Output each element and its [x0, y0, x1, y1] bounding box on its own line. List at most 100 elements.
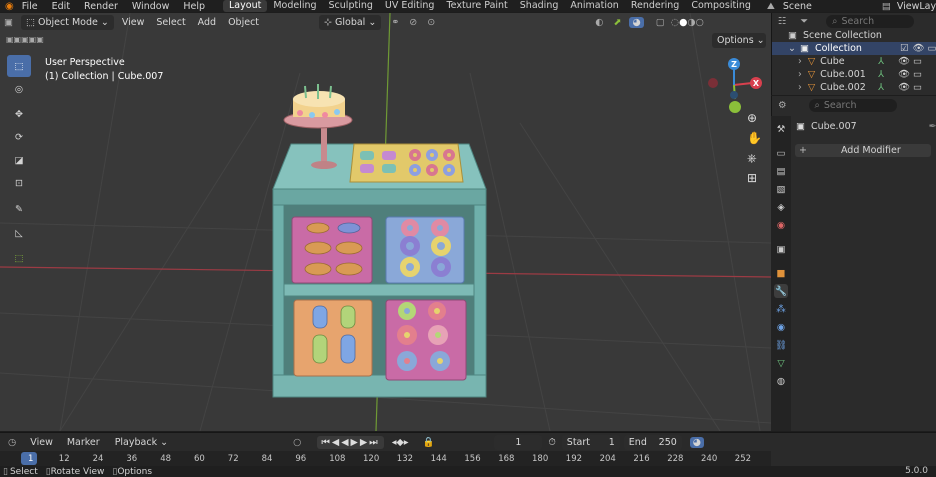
timeline-menu-view[interactable]: View: [30, 437, 53, 448]
record-icon[interactable]: ○: [293, 437, 301, 448]
camera-icon[interactable]: ▭: [913, 82, 922, 93]
tab-modifiers[interactable]: 🔧: [774, 284, 788, 298]
menu-render[interactable]: Render: [84, 1, 118, 12]
stopwatch-icon[interactable]: ⏱: [548, 437, 555, 448]
start-frame-field[interactable]: Start 1: [561, 434, 620, 450]
xray-icon[interactable]: ▢: [656, 17, 665, 28]
workspace-tab-layout[interactable]: Layout: [223, 0, 268, 12]
tab-output[interactable]: ▤: [774, 164, 788, 178]
current-frame-field[interactable]: 1: [494, 434, 543, 450]
move-tool[interactable]: ✥: [7, 103, 31, 125]
tab-constraints[interactable]: ⛓: [774, 338, 788, 352]
select-box-tool[interactable]: ⬚: [7, 55, 31, 77]
expand-arrow-icon[interactable]: ›: [798, 56, 802, 67]
camera-icon[interactable]: ▭: [913, 56, 922, 67]
keyframe-nav-icon[interactable]: ◂◆▸: [392, 437, 409, 448]
properties-editor-icon[interactable]: ⚙: [778, 100, 787, 111]
mode-selector[interactable]: ⬚ Object Mode ⌄: [20, 14, 114, 30]
viewport-menu-object[interactable]: Object: [228, 17, 259, 28]
select-mode-buttons[interactable]: ▣▣▣▣▣: [6, 35, 44, 44]
view-layer-name[interactable]: ViewLayer: [897, 1, 936, 12]
timeline-menu-marker[interactable]: Marker: [67, 437, 100, 448]
viewport-menu-add[interactable]: Add: [198, 17, 216, 28]
tab-particles[interactable]: ⁂: [774, 302, 788, 316]
workspace-tab-rendering[interactable]: Rendering: [625, 0, 686, 12]
eye-icon[interactable]: 👁: [912, 43, 924, 54]
pivot-icon[interactable]: ⚭: [391, 17, 399, 28]
scale-tool[interactable]: ◪: [7, 149, 31, 171]
tab-data[interactable]: ▽: [774, 356, 788, 370]
eye-icon[interactable]: 👁: [898, 82, 910, 93]
pin-icon[interactable]: ✒: [929, 121, 936, 132]
viewport-menu-view[interactable]: View: [122, 17, 145, 28]
timeline-menu-playback[interactable]: Playback ⌄: [110, 435, 173, 450]
pan-hand-icon[interactable]: ✋: [747, 131, 762, 145]
transform-tool[interactable]: ⊡: [7, 172, 31, 194]
expand-arrow-icon[interactable]: ›: [798, 82, 802, 93]
object-name[interactable]: Cube.007: [811, 121, 857, 132]
snap-icon[interactable]: ⊘: [409, 17, 417, 28]
annotate-tool[interactable]: ✎: [7, 198, 31, 220]
checkbox-icon[interactable]: ☑: [900, 43, 909, 54]
eye-icon[interactable]: 👁: [898, 69, 910, 80]
scene-name[interactable]: Scene: [783, 1, 812, 12]
viewport-menu-select[interactable]: Select: [156, 17, 185, 28]
timeline-editor-icon[interactable]: ◷: [8, 437, 16, 448]
outliner-editor-icon[interactable]: ☷: [778, 16, 787, 27]
shading-wireframe-icon[interactable]: ◌: [671, 17, 679, 28]
navigation-gizmo[interactable]: X Z: [708, 58, 762, 113]
outliner-collection-row[interactable]: ⌄ ▣ Collection ☑ 👁 ▭: [772, 42, 936, 55]
proportional-edit-icon[interactable]: ⊙: [427, 17, 435, 28]
outliner-scene-collection[interactable]: ▣ Scene Collection: [772, 29, 936, 42]
bakery-display-model[interactable]: [272, 84, 487, 398]
menu-window[interactable]: Window: [132, 1, 169, 12]
end-frame-field[interactable]: End 250: [623, 434, 682, 450]
expand-arrow-icon[interactable]: ›: [798, 69, 802, 80]
workspace-tab-modeling[interactable]: Modeling: [267, 0, 322, 12]
blender-logo-icon[interactable]: ◉: [5, 1, 14, 12]
tab-render[interactable]: ▭: [774, 146, 788, 160]
menu-help[interactable]: Help: [183, 1, 205, 12]
add-modifier-button[interactable]: + Add Modifier: [795, 144, 931, 157]
tab-physics[interactable]: ◉: [774, 320, 788, 334]
expand-arrow-icon[interactable]: ⌄: [788, 43, 796, 54]
tab-view-layer[interactable]: ▧: [774, 182, 788, 196]
camera-icon[interactable]: ▭: [928, 43, 936, 54]
camera-icon[interactable]: ▭: [913, 69, 922, 80]
workspace-tab-texture-paint[interactable]: Texture Paint: [440, 0, 513, 12]
menu-edit[interactable]: Edit: [52, 1, 70, 12]
properties-search-input[interactable]: ⌕ Search: [808, 98, 897, 112]
cursor-tool[interactable]: ◎: [7, 78, 31, 100]
playback-controls[interactable]: ⏮◀◀▶▶⏭: [317, 435, 384, 449]
shading-material-icon[interactable]: ◑: [687, 17, 695, 28]
editor-type-icon[interactable]: ▣: [4, 17, 13, 28]
workspace-tab-uv-editing[interactable]: UV Editing: [379, 0, 441, 12]
tab-collection[interactable]: ▣: [774, 242, 788, 256]
outliner-object-row[interactable]: › ▽ Cube.001 ⅄ 👁 ▭: [772, 68, 936, 81]
viewport-options-button[interactable]: Options ⌄: [712, 33, 766, 48]
rotate-tool[interactable]: ⟳: [7, 126, 31, 148]
tab-scene[interactable]: ◈: [774, 200, 788, 214]
ortho-grid-icon[interactable]: ⊞: [747, 171, 757, 185]
measure-tool[interactable]: ◺: [7, 222, 31, 244]
orientation-selector[interactable]: ⊹ Global ⌄: [319, 14, 382, 30]
gizmo-toggle-icon[interactable]: ⬈: [614, 17, 622, 28]
workspace-tab-sculpting[interactable]: Sculpting: [323, 0, 379, 12]
menu-file[interactable]: File: [22, 1, 38, 12]
tab-world[interactable]: ◉: [774, 218, 788, 232]
overlay-toggle-icon[interactable]: ◕: [629, 16, 644, 28]
outliner-search-input[interactable]: ⌕ Search: [826, 14, 915, 28]
outliner-object-row[interactable]: › ▽ Cube.002 ⅄ 👁 ▭: [772, 81, 936, 94]
timeline-overlay-icon[interactable]: ◕: [689, 436, 705, 448]
outliner-object-name[interactable]: Cube: [820, 56, 878, 67]
camera-view-icon[interactable]: ⎈: [747, 151, 757, 166]
outliner-object-name[interactable]: Cube.001: [820, 69, 878, 80]
tab-material[interactable]: ◍: [774, 374, 788, 388]
outliner-object-row[interactable]: › ▽ Cube ⅄ 👁 ▭: [772, 55, 936, 68]
shading-solid-icon[interactable]: ●: [679, 17, 687, 28]
workspace-tab-animation[interactable]: Animation: [564, 0, 624, 12]
tab-object[interactable]: ■: [774, 266, 788, 280]
eye-icon[interactable]: 👁: [898, 56, 910, 67]
tab-tool[interactable]: ⚒: [774, 122, 788, 136]
shading-rendered-icon[interactable]: ○: [696, 17, 704, 28]
